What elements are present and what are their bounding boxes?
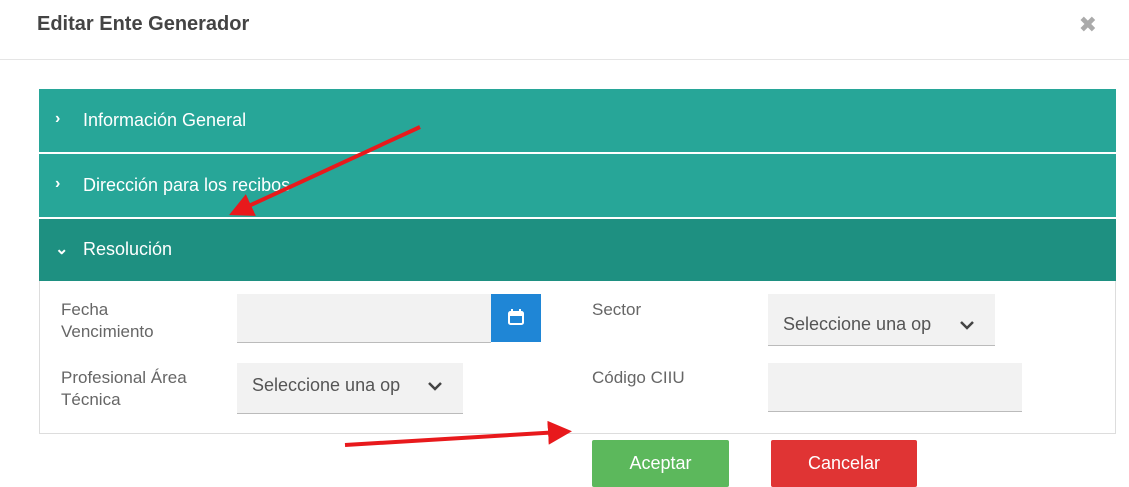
sector-select[interactable]: Seleccione una op (768, 294, 995, 346)
chevron-down-icon (427, 371, 443, 406)
label-line: Fecha (61, 300, 109, 319)
calendar-icon (508, 309, 524, 325)
sector-label: Sector (592, 300, 642, 319)
panel-resolucion[interactable]: ⌄ Resolución (39, 219, 1116, 281)
select-value: Seleccione una op (252, 375, 401, 395)
modal-header: Editar Ente Generador ✖ (0, 0, 1129, 60)
label-line: Técnica (61, 390, 121, 409)
select-value: Seleccione una op (783, 314, 932, 334)
accept-button[interactable]: Aceptar (592, 440, 729, 487)
panel-label: Resolución (83, 239, 173, 259)
fecha-vencimiento-label: Fecha Vencimiento (61, 299, 154, 343)
panel-label: Dirección para los recibos (83, 175, 291, 195)
panel-direccion-recibos[interactable]: › Dirección para los recibos (39, 154, 1116, 217)
chevron-down-icon: ⌄ (55, 241, 69, 258)
chevron-right-icon: › (55, 175, 61, 192)
label-line: Profesional Área (61, 368, 187, 387)
panel-informacion-general[interactable]: › Información General (39, 89, 1116, 152)
close-icon[interactable]: ✖ (1079, 12, 1097, 38)
calendar-button[interactable] (491, 294, 541, 342)
cancel-button[interactable]: Cancelar (771, 440, 917, 487)
chevron-right-icon: › (55, 110, 61, 127)
codigo-ciiu-input[interactable] (768, 363, 1022, 412)
label-line: Vencimiento (61, 322, 154, 341)
profesional-area-tecnica-label: Profesional Área Técnica (61, 367, 187, 411)
codigo-ciiu-label: Código CIIU (592, 368, 685, 387)
fecha-vencimiento-input[interactable] (237, 294, 491, 343)
modal-title: Editar Ente Generador (37, 13, 250, 35)
panel-label: Información General (83, 110, 247, 130)
chevron-down-icon (959, 310, 975, 345)
profesional-select[interactable]: Seleccione una op (237, 363, 463, 414)
